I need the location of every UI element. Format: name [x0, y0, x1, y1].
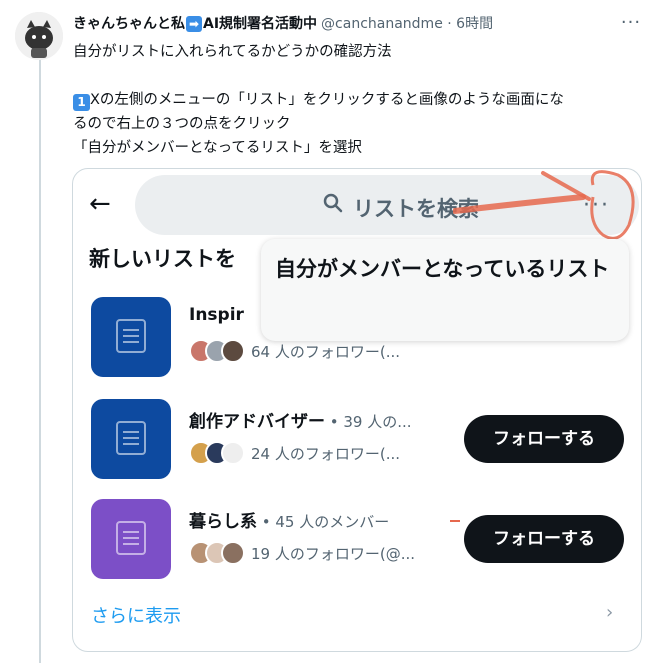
list-title: 暮らし系 • 45 人のメンバー [189, 512, 390, 532]
list-followers: 19 人のフォロワー(@... [189, 541, 415, 565]
list-title: Inspir [189, 305, 244, 325]
tweet-line: るので右上の３つの点をクリック [73, 116, 291, 132]
show-more-link: さらに表示 [91, 606, 181, 627]
list-item: 創作アドバイザー • 39 人の... 24 人のフォロワー(... フォローす… [89, 399, 629, 485]
right-arrow-emoji-icon: ➡ [186, 16, 202, 32]
dropdown-menu: 自分がメンバーとなっているリスト [261, 239, 629, 341]
list-thumbnail [91, 297, 171, 377]
follow-button: フォローする [464, 515, 624, 563]
chevron-right-icon: › [606, 602, 614, 623]
list-thumbnail [91, 399, 171, 479]
tweet-header: きゃんちゃんと私 ➡ AI規制署名活動中 @canchanandme · 6時間 [73, 13, 613, 33]
tweet-line: 自分がリストに入れられてるかどうかの確認方法 [73, 44, 392, 60]
section-title: 新しいリストを [89, 247, 236, 271]
tweet-text: 自分がリストに入れられてるかどうかの確認方法 1 Xの左側のメニューの「リスト」を… [73, 40, 633, 160]
list-item: 暮らし系 • 45 人のメンバー 19 人のフォロワー(@... フォローする [89, 499, 629, 585]
list-thumbnail [91, 499, 171, 579]
attached-image[interactable]: ← リストを検索 ··· 新しいリストを Inspir 64 人のフォロワー(.… [72, 168, 642, 652]
ellipsis-icon[interactable]: ··· [619, 12, 643, 33]
list-followers: 24 人のフォロワー(... [189, 441, 400, 465]
list-followers: 64 人のフォロワー(... [189, 339, 400, 363]
list-title: 創作アドバイザー • 39 人の... [189, 412, 412, 432]
follower-avatars [189, 541, 245, 565]
author-handle[interactable]: @canchanandme · 6時間 [321, 13, 493, 33]
red-annotation-icon [453, 170, 635, 240]
follower-avatars [189, 339, 245, 363]
document-icon [116, 521, 146, 555]
tweet-time[interactable]: 6時間 [456, 16, 493, 32]
search-icon [323, 193, 343, 213]
keycap-one-icon: 1 [73, 94, 90, 111]
thread-line [39, 58, 41, 663]
tweet-line: 1 Xの左側のメニューの「リスト」をクリックすると画像のような画面にな [73, 88, 633, 112]
author-name[interactable]: きゃんちゃんと私 ➡ AI規制署名活動中 [73, 13, 317, 33]
tweet-line: 「自分がメンバーとなってるリスト」を選択 [73, 140, 362, 156]
document-icon [116, 319, 146, 353]
avatar[interactable] [15, 12, 63, 60]
cat-avatar-icon [15, 12, 63, 60]
follow-button: フォローする [464, 415, 624, 463]
red-mark [450, 520, 460, 522]
back-arrow-icon: ← [89, 189, 111, 219]
more-options-icon: ··· [583, 193, 610, 218]
document-icon [116, 421, 146, 455]
follower-avatars [189, 441, 245, 465]
menu-item-member-lists: 自分がメンバーとなっているリスト [275, 257, 610, 281]
